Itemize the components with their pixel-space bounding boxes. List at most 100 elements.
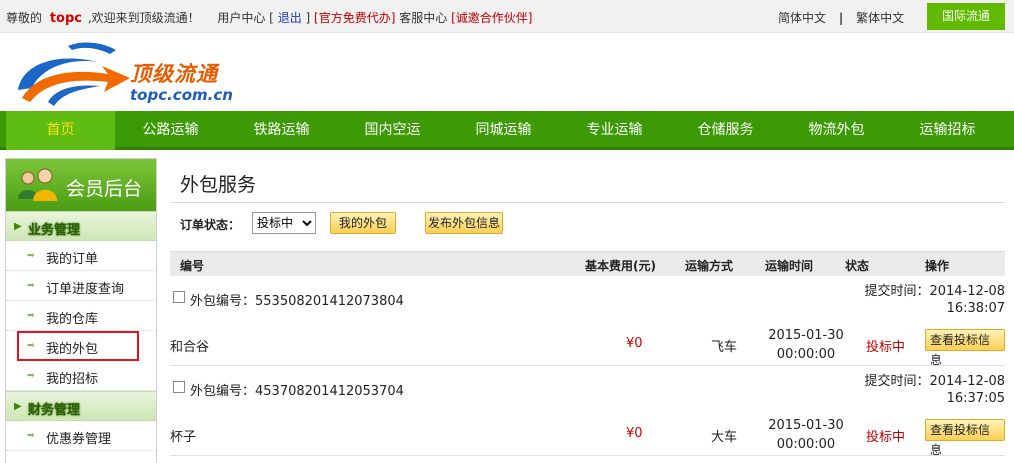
sidebar-item-label: 我的订单 [46,252,99,267]
transport-mode: 大车 [711,430,738,445]
submit-time-clock: 16:37:05 [946,391,1005,406]
greeting-prefix: 尊敬的 [6,11,43,25]
username: topc [49,11,83,26]
title-divider [170,202,1005,203]
base-fee: ¥0 [626,426,643,441]
sidebar-item-label: 订单进度查询 [46,282,125,297]
transport-date: 2015-01-30 [768,418,844,433]
table-header: 编号 基本费用(元) 运输方式 运输时间 状态 操作 [170,251,1005,276]
sidebar-item-label: 优惠券管理 [46,432,112,447]
table-row: 外包编号：553508201412073804 提交时间：2014-12-08 … [170,276,1005,367]
nav-item-special[interactable]: 专业运输 [559,111,670,150]
view-bids-button[interactable]: 查看投标信息 [925,329,1005,367]
publish-outsource-button[interactable]: 发布外包信息 [425,212,504,234]
language-switcher: 简体中文 | 繁体中文 [778,9,904,26]
sidebar-item-label: 我的招标 [46,372,99,387]
table-row: 外包编号：453708201412053704 提交时间：2014-12-08 … [170,366,1005,457]
view-bids-button[interactable]: 查看投标信息 [925,419,1005,457]
sidebar-item-label: 我的外包 [46,342,99,357]
logo-domain-text: topc.com.cn [130,86,233,104]
my-outsource-button[interactable]: 我的外包 [330,212,397,234]
nav-item-home[interactable]: 首页 [6,111,115,150]
status-filter-label: 订单状态： [180,218,241,232]
member-sidebar: 会员后台 ▶ 业务管理 ➡ 我的订单 ➡ 订单进度查询 ➡ 我的仓库 ➡ 我的外… [5,158,157,463]
arrow-bullet-icon: ➡ [27,281,35,291]
transport-clock: 00:00:00 [776,437,836,452]
submit-time: 提交时间：2014-12-08 16:38:07 [864,283,1005,317]
logo-swoosh-icon [18,42,130,106]
sidebar-item-coupons[interactable]: ➡ 优惠券管理 [6,421,156,451]
transport-time: 2015-01-30 00:00:00 [766,326,846,364]
arrow-bullet-icon: ➡ [27,431,35,441]
select-checkbox[interactable] [173,381,185,393]
user-center-link[interactable]: 用户中心 [217,11,265,25]
column-header-fee: 基本费用(元) [585,259,656,273]
nav-item-outsource[interactable]: 物流外包 [781,111,892,150]
site-logo[interactable]: 顶级流通 topc.com.cn [12,38,252,108]
column-header-no: 编号 [180,259,205,273]
language-separator: | [838,11,844,25]
goods-name: 和合谷 [170,340,210,355]
arrow-bullet-icon: ➡ [27,311,35,321]
goods-name: 杯子 [170,430,197,445]
nav-item-air[interactable]: 国内空运 [337,111,448,150]
sidebar-item-label: 我的仓库 [46,312,99,327]
base-fee: ¥0 [626,336,643,351]
customer-service-link[interactable]: 客服中心 [399,11,447,25]
transport-clock: 00:00:00 [776,347,836,362]
partner-link[interactable]: [诚邀合作伙伴] [451,11,532,25]
column-header-time: 运输时间 [765,259,814,273]
nav-item-warehouse[interactable]: 仓储服务 [670,111,781,150]
business-section-header: ▶ 业务管理 [6,211,156,241]
sidebar-item-my-outsource[interactable]: ➡ 我的外包 [17,331,139,361]
bracket-close: ] [305,11,311,25]
welcome-area: 尊敬的 topc ,欢迎来到顶级流通！ 用户中心 [ 退出 ] [官方免费代办]… [6,9,532,26]
order-status: 投标中 [866,430,906,445]
page-title: 外包服务 [180,174,257,196]
outsource-number: 外包编号：453708201412053704 [190,384,404,399]
welcome-text: ,欢迎来到顶级流通！ [87,11,200,25]
top-bar: 尊敬的 topc ,欢迎来到顶级流通！ 用户中心 [ 退出 ] [官方免费代办]… [0,0,1014,33]
status-select[interactable]: 投标中 [252,212,316,234]
transport-date: 2015-01-30 [768,328,844,343]
arrow-bullet-icon: ➡ [27,341,35,351]
traditional-chinese-link[interactable]: 繁体中文 [856,11,904,25]
members-icon [18,168,57,201]
logo-brand-text: 顶级流通 [130,62,218,86]
main-nav: 首页 公路运输 铁路运输 国内空运 同城运输 专业运输 仓储服务 物流外包 运输… [0,111,1014,150]
arrow-bullet-icon: ➡ [27,251,35,261]
bracket-open: [ [269,11,274,25]
submit-time-date: 提交时间：2014-12-08 [864,374,1005,389]
order-status: 投标中 [866,340,906,355]
sidebar-item-my-warehouse[interactable]: ➡ 我的仓库 [6,301,156,331]
nav-item-road[interactable]: 公路运输 [115,111,226,150]
nav-item-bidding[interactable]: 运输招标 [892,111,1003,150]
sidebar-item-my-bidding[interactable]: ➡ 我的招标 [6,361,156,391]
sidebar-header: 会员后台 [6,159,156,211]
sidebar-item-order-progress[interactable]: ➡ 订单进度查询 [6,271,156,301]
section-arrow-icon: ▶ [14,221,22,232]
simplified-chinese-link[interactable]: 简体中文 [778,11,826,25]
select-checkbox[interactable] [173,291,185,303]
column-header-transport: 运输方式 [685,259,734,273]
submit-time: 提交时间：2014-12-08 16:37:05 [864,373,1005,407]
submit-time-clock: 16:38:07 [946,301,1005,316]
submit-time-date: 提交时间：2014-12-08 [864,284,1005,299]
outsource-number: 外包编号：553508201412073804 [190,294,404,309]
sidebar-title: 会员后台 [66,178,143,200]
free-agent-link[interactable]: [官方免费代办] [314,11,395,25]
finance-section-header: ▶ 财务管理 [6,391,156,421]
logout-link[interactable]: 退出 [278,11,302,25]
finance-section-label: 财务管理 [28,403,81,418]
column-header-status: 状态 [845,259,870,273]
transport-time: 2015-01-30 00:00:00 [766,416,846,454]
nav-item-rail[interactable]: 铁路运输 [226,111,337,150]
transport-mode: 飞车 [711,340,738,355]
nav-item-city[interactable]: 同城运输 [448,111,559,150]
column-header-action: 操作 [925,259,950,273]
section-arrow-icon: ▶ [14,401,22,412]
business-section-label: 业务管理 [28,223,81,238]
sidebar-item-my-orders[interactable]: ➡ 我的订单 [6,241,156,271]
international-button[interactable]: 国际流通 [927,3,1005,30]
arrow-bullet-icon: ➡ [27,371,35,381]
